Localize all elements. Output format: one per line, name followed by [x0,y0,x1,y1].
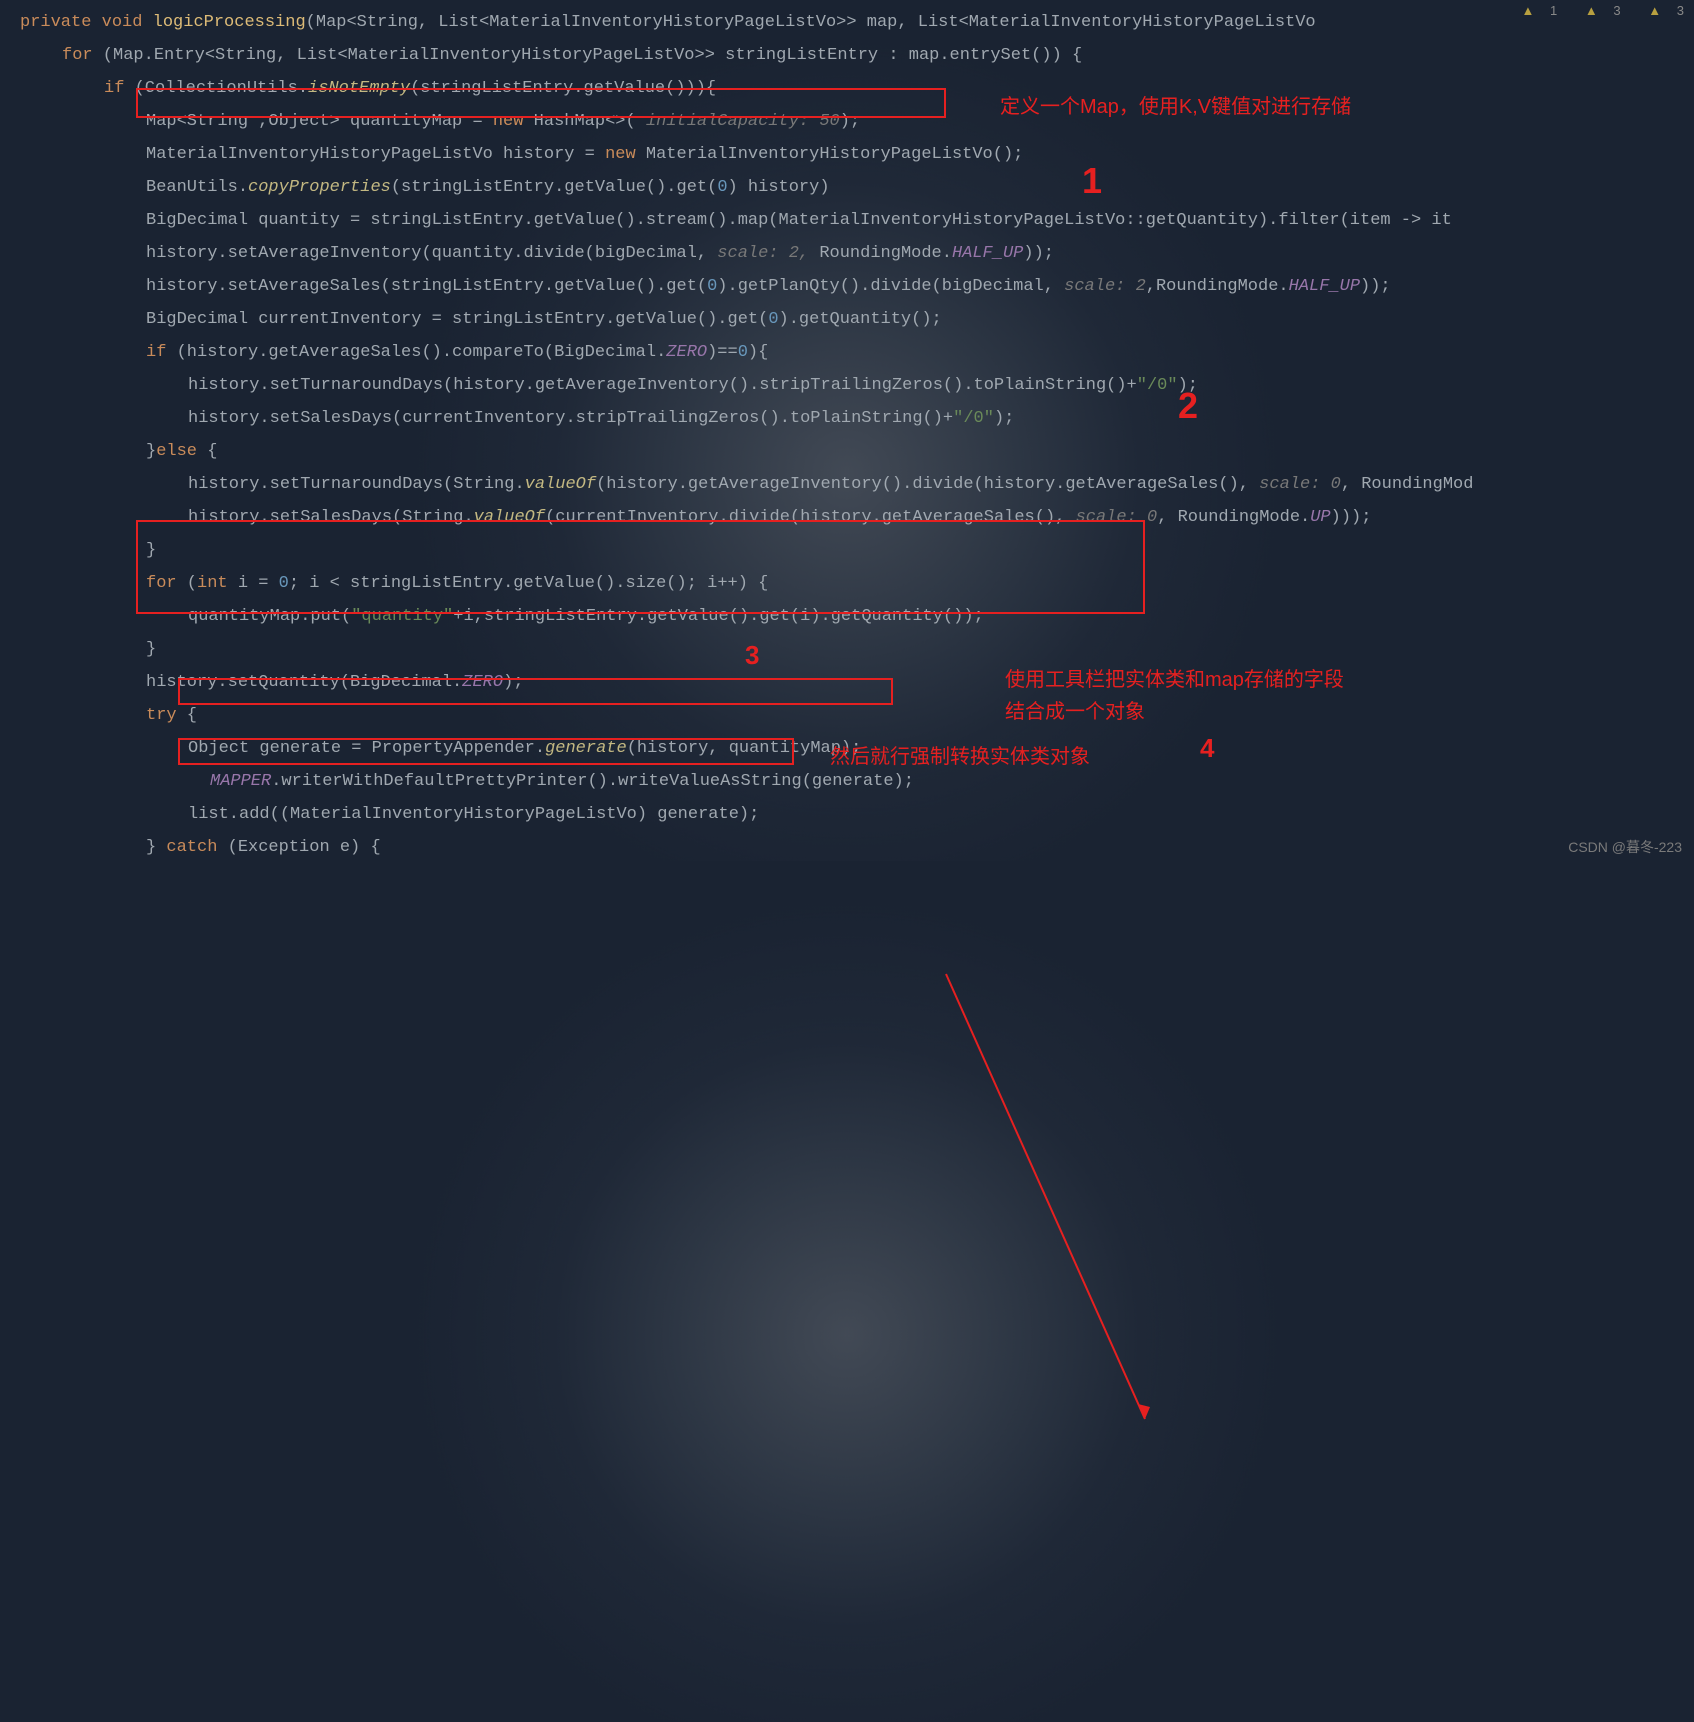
warning-indicator-bar: ▲ 1 ▲ 3 ▲ 3 [1498,3,1684,18]
annotation-number-1: 1 [1082,160,1102,202]
annotation-lines [0,864,1694,1722]
code-line: list.add((MaterialInventoryHistoryPageLi… [0,798,1694,831]
code-editor[interactable]: private void logicProcessing(Map<String,… [0,0,1694,864]
code-line: } [0,633,1694,666]
warning-icon: ▲ [1585,3,1598,18]
code-line: } catch (Exception e) { [0,831,1694,864]
code-line: private void logicProcessing(Map<String,… [0,6,1694,39]
annotation-box-3 [178,678,893,705]
annotation-comment-4: 然后就行强制转换实体类对象 [830,740,1090,769]
annotation-number-3: 3 [745,640,759,671]
annotation-comment-3b: 结合成一个对象 [1005,695,1145,724]
code-line: BeanUtils.copyProperties(stringListEntry… [0,171,1694,204]
code-line: if (history.getAverageSales().compareTo(… [0,336,1694,369]
annotation-box-4 [178,738,794,765]
warning-count-3: 3 [1677,3,1684,18]
annotation-comment-3a: 使用工具栏把实体类和map存储的字段 [1005,663,1344,692]
code-line: history.setSalesDays(currentInventory.st… [0,402,1694,435]
annotation-comment-1: 定义一个Map，使用K,V键值对进行存储 [1000,90,1351,119]
code-line: for (Map.Entry<String, List<MaterialInve… [0,39,1694,72]
code-line: BigDecimal quantity = stringListEntry.ge… [0,204,1694,237]
annotation-number-4: 4 [1200,733,1214,764]
warning-icon: ▲ [1522,3,1535,18]
code-line: history.setTurnaroundDays(String.valueOf… [0,468,1694,501]
code-line: }else { [0,435,1694,468]
warning-count-2: 3 [1613,3,1620,18]
warning-icon: ▲ [1648,3,1661,18]
annotation-box-1 [136,88,946,118]
code-line: history.setTurnaroundDays(history.getAve… [0,369,1694,402]
watermark: CSDN @暮冬-223 [1568,837,1682,857]
code-line: MaterialInventoryHistoryPageListVo histo… [0,138,1694,171]
code-line: MAPPER.writerWithDefaultPrettyPrinter().… [0,765,1694,798]
annotation-box-2 [136,520,1145,614]
code-line: history.setAverageSales(stringListEntry.… [0,270,1694,303]
code-line: history.setAverageInventory(quantity.div… [0,237,1694,270]
warning-count-1: 1 [1550,3,1557,18]
annotation-number-2: 2 [1178,385,1198,427]
code-line: BigDecimal currentInventory = stringList… [0,303,1694,336]
